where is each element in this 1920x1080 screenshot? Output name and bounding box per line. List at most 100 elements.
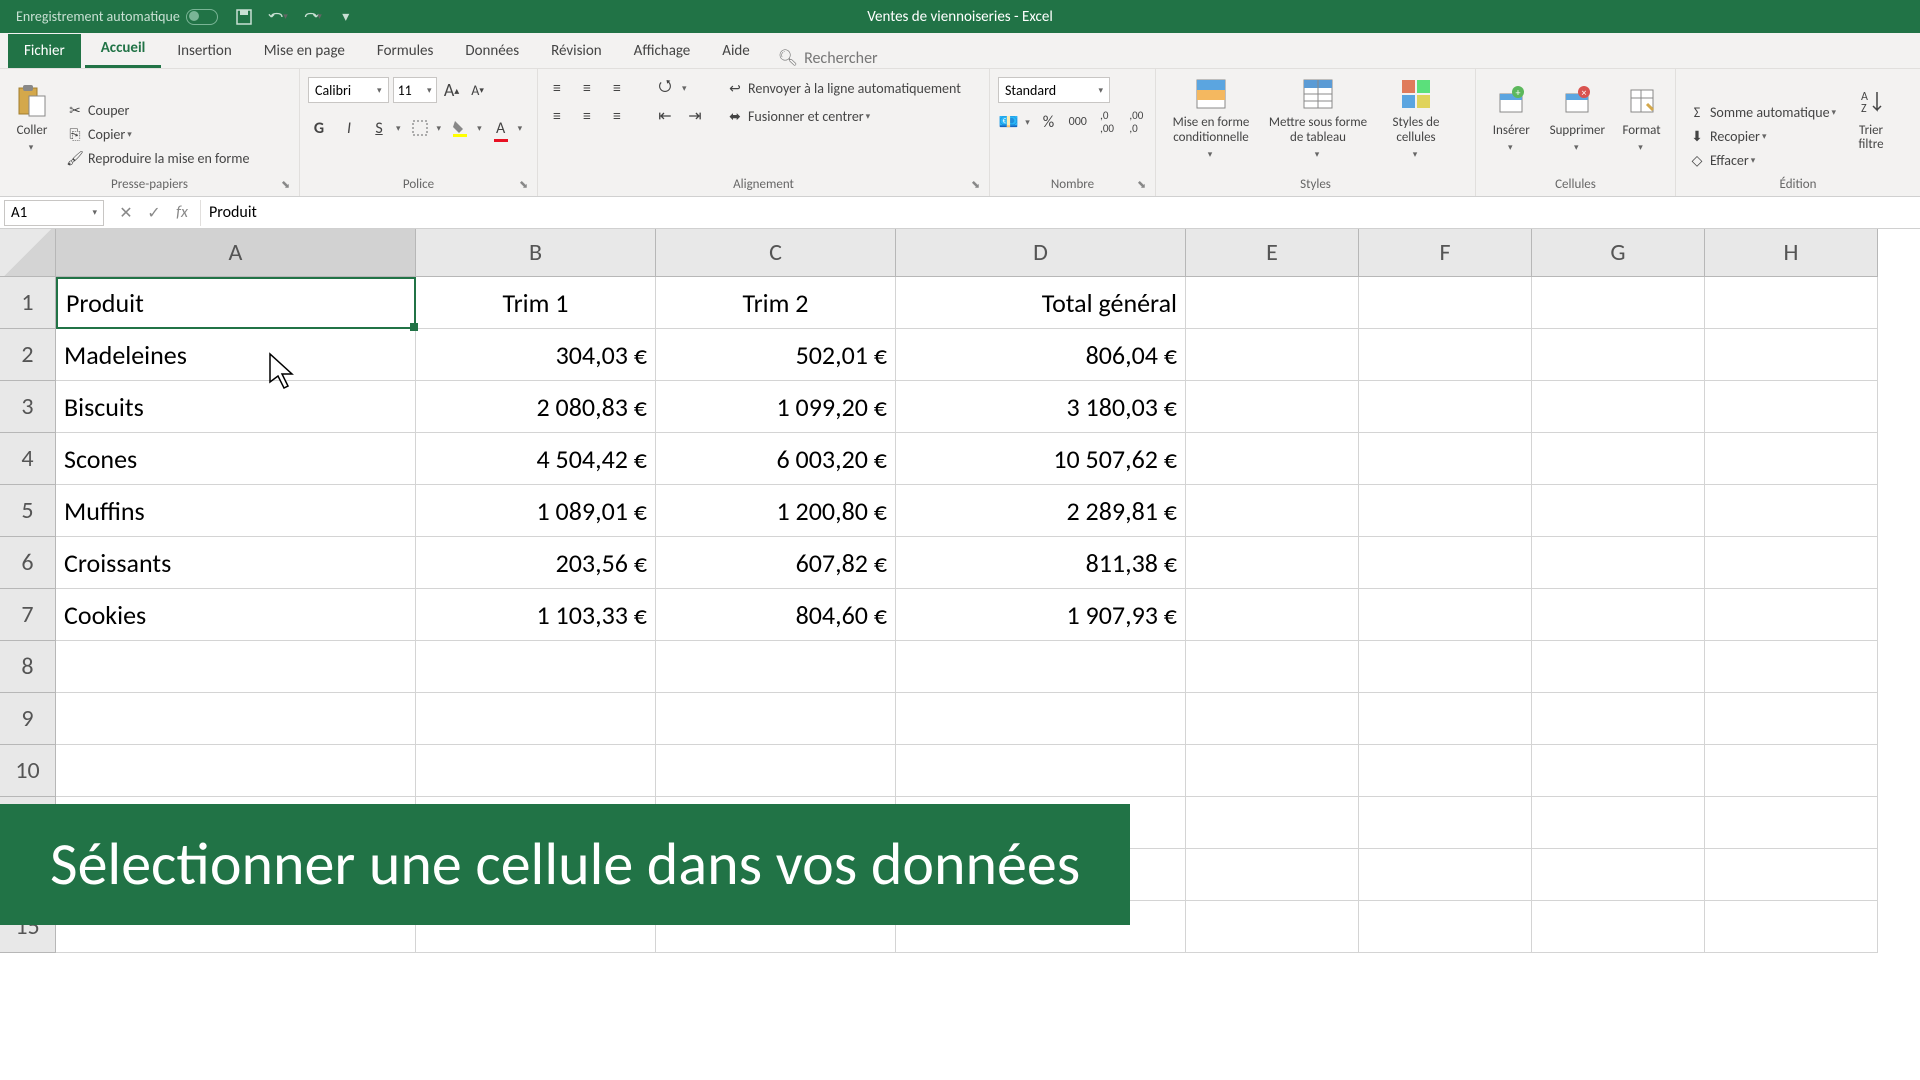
cell-A1[interactable]: Produit — [56, 277, 416, 329]
cell-A4[interactable]: Scones — [56, 433, 416, 485]
cell-E3[interactable] — [1186, 381, 1359, 433]
cell-G7[interactable] — [1532, 589, 1705, 641]
cell-H13[interactable] — [1705, 797, 1878, 849]
tab-review[interactable]: Révision — [535, 34, 618, 68]
cell-E1[interactable] — [1186, 277, 1359, 329]
cell-G3[interactable] — [1532, 381, 1705, 433]
cell-E2[interactable] — [1186, 329, 1359, 381]
formula-input[interactable]: Produit — [200, 200, 1920, 226]
column-header-B[interactable]: B — [416, 229, 656, 277]
cell-D1[interactable]: Total général — [896, 277, 1186, 329]
cell-C9[interactable] — [656, 693, 896, 745]
cell-C4[interactable]: 6 003,20 € — [656, 433, 896, 485]
cell-B2[interactable]: 304,03 € — [416, 329, 656, 381]
cell-G14[interactable] — [1532, 849, 1705, 901]
orientation-icon[interactable]: ⭯ — [654, 77, 676, 99]
cell-styles-button[interactable]: Styles de cellules ▾ — [1378, 73, 1454, 163]
cell-C1[interactable]: Trim 2 — [656, 277, 896, 329]
cell-E4[interactable] — [1186, 433, 1359, 485]
cell-G9[interactable] — [1532, 693, 1705, 745]
sort-filter-button[interactable]: AZ Trier filtre — [1846, 73, 1896, 163]
cell-H5[interactable] — [1705, 485, 1878, 537]
align-left-icon[interactable]: ≡ — [546, 105, 568, 127]
dialog-launcher-icon[interactable]: ⬊ — [1137, 178, 1151, 192]
cell-E5[interactable] — [1186, 485, 1359, 537]
customize-qat-icon[interactable]: ▾ — [336, 7, 356, 27]
cell-F6[interactable] — [1359, 537, 1532, 589]
column-header-C[interactable]: C — [656, 229, 896, 277]
cell-B1[interactable]: Trim 1 — [416, 277, 656, 329]
cell-H10[interactable] — [1705, 745, 1878, 797]
cell-F13[interactable] — [1359, 797, 1532, 849]
insert-cells-button[interactable]: + Insérer ▾ — [1484, 73, 1539, 163]
row-header-8[interactable]: 8 — [0, 641, 56, 693]
increase-font-icon[interactable]: A▴ — [441, 79, 463, 101]
cell-C10[interactable] — [656, 745, 896, 797]
cell-D7[interactable]: 1 907,93 € — [896, 589, 1186, 641]
cancel-icon[interactable]: ✕ — [116, 203, 136, 223]
column-header-G[interactable]: G — [1532, 229, 1705, 277]
redo-icon[interactable]: ▾ — [302, 7, 322, 27]
row-header-4[interactable]: 4 — [0, 433, 56, 485]
percent-icon[interactable]: % — [1038, 111, 1059, 133]
cell-F5[interactable] — [1359, 485, 1532, 537]
cell-H2[interactable] — [1705, 329, 1878, 381]
autosave-toggle[interactable]: Enregistrement automatique — [8, 8, 226, 25]
cell-B7[interactable]: 1 103,33 € — [416, 589, 656, 641]
cell-A6[interactable]: Croissants — [56, 537, 416, 589]
tab-file[interactable]: Fichier — [8, 34, 81, 68]
confirm-icon[interactable]: ✓ — [144, 203, 164, 223]
format-cells-button[interactable]: Format ▾ — [1616, 73, 1667, 163]
column-header-D[interactable]: D — [896, 229, 1186, 277]
tab-layout[interactable]: Mise en page — [248, 34, 361, 68]
cell-E7[interactable] — [1186, 589, 1359, 641]
cell-C7[interactable]: 804,60 € — [656, 589, 896, 641]
row-header-1[interactable]: 1 — [0, 277, 56, 329]
cell-D3[interactable]: 3 180,03 € — [896, 381, 1186, 433]
cell-D4[interactable]: 10 507,62 € — [896, 433, 1186, 485]
format-as-table-button[interactable]: Mettre sous forme de tableau ▾ — [1264, 73, 1372, 163]
name-box[interactable]: A1▾ — [4, 200, 104, 226]
tab-view[interactable]: Affichage — [618, 34, 707, 68]
row-header-5[interactable]: 5 — [0, 485, 56, 537]
row-header-7[interactable]: 7 — [0, 589, 56, 641]
tell-me-search[interactable]: 🔍︎ Rechercher — [778, 48, 878, 68]
cell-E6[interactable] — [1186, 537, 1359, 589]
font-color-icon[interactable]: A — [490, 117, 512, 139]
cell-A8[interactable] — [56, 641, 416, 693]
cell-B9[interactable] — [416, 693, 656, 745]
row-header-10[interactable]: 10 — [0, 745, 56, 797]
copy-button[interactable]: ⎘Copier ▾ — [62, 124, 253, 146]
cell-E13[interactable] — [1186, 797, 1359, 849]
cell-H14[interactable] — [1705, 849, 1878, 901]
cell-B6[interactable]: 203,56 € — [416, 537, 656, 589]
cell-H3[interactable] — [1705, 381, 1878, 433]
clear-button[interactable]: ◇Effacer ▾ — [1684, 150, 1840, 172]
font-name-combo[interactable]: Calibri▾ — [308, 77, 389, 103]
cell-G10[interactable] — [1532, 745, 1705, 797]
dialog-launcher-icon[interactable]: ⬊ — [971, 178, 985, 192]
cell-F10[interactable] — [1359, 745, 1532, 797]
decrease-indent-icon[interactable]: ⇤ — [654, 105, 676, 127]
undo-icon[interactable]: ▾ — [268, 7, 288, 27]
fill-color-icon[interactable] — [449, 117, 471, 139]
decrease-font-icon[interactable]: A▾ — [467, 79, 489, 101]
fill-button[interactable]: ⬇Recopier ▾ — [1684, 126, 1840, 148]
row-header-2[interactable]: 2 — [0, 329, 56, 381]
cell-B5[interactable]: 1 089,01 € — [416, 485, 656, 537]
cell-H8[interactable] — [1705, 641, 1878, 693]
cell-F3[interactable] — [1359, 381, 1532, 433]
select-all-corner[interactable] — [0, 229, 56, 277]
cell-D5[interactable]: 2 289,81 € — [896, 485, 1186, 537]
bold-button[interactable]: G — [308, 117, 330, 139]
cell-C3[interactable]: 1 099,20 € — [656, 381, 896, 433]
cell-C2[interactable]: 502,01 € — [656, 329, 896, 381]
number-format-combo[interactable]: Standard▾ — [998, 77, 1110, 103]
italic-button[interactable]: I — [338, 117, 360, 139]
cell-A2[interactable]: Madeleines — [56, 329, 416, 381]
cell-H7[interactable] — [1705, 589, 1878, 641]
format-painter-button[interactable]: 🖌Reproduire la mise en forme — [62, 148, 253, 170]
cell-H4[interactable] — [1705, 433, 1878, 485]
merge-center-button[interactable]: ⬌Fusionner et centrer ▾ — [722, 105, 965, 127]
row-header-9[interactable]: 9 — [0, 693, 56, 745]
